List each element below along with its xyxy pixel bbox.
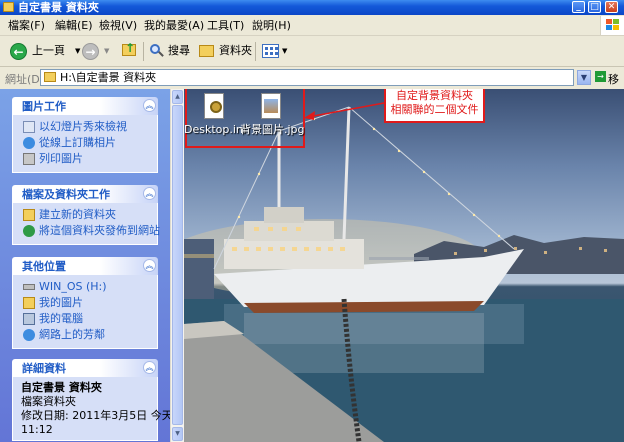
- minimize-button[interactable]: _: [572, 1, 585, 13]
- picture-tasks-header[interactable]: 圖片工作 ︽: [12, 97, 158, 115]
- printer-icon: [23, 153, 35, 165]
- picture-tasks-panel: 圖片工作 ︽ 以幻燈片秀來檢視 從線上訂購相片 列印圖片: [12, 97, 158, 173]
- file-folder-tasks-panel: 檔案及資料夾工作 ︽ 建立新的資料夾 將這個資料夾發佈到網站: [12, 185, 160, 245]
- folders-icon: [199, 45, 214, 57]
- file-item[interactable]: 背景圖片.jpg: [240, 91, 305, 136]
- panel-title: 圖片工作: [22, 100, 66, 113]
- other-places-panel: 其他位置 ︽ WIN_OS (H:) 我的圖片 我的電腦 網路上的芳鄰: [12, 257, 158, 349]
- file-item[interactable]: Desktop.ini: [184, 91, 246, 136]
- details-panel: 詳細資料 ︽ 自定書景 資料夾 檔案資料夾 修改日期: 2011年3月5日 今天…: [12, 359, 177, 441]
- up-folder-button[interactable]: ↑: [120, 40, 140, 62]
- back-label: 上一頁: [32, 44, 65, 57]
- menu-bar: 檔案(F) 編輯(E) 檢視(V) 我的最愛(A) 工具(T) 說明(H): [0, 16, 624, 36]
- collapse-icon[interactable]: ︽: [143, 99, 156, 112]
- back-button[interactable]: ← 上一頁 ▼: [7, 40, 87, 62]
- network-icon: [23, 329, 35, 341]
- search-label: 搜尋: [168, 44, 190, 57]
- windows-logo-icon: [600, 16, 624, 35]
- globe-icon: [23, 225, 35, 237]
- folder-content-view[interactable]: Desktop.ini 背景圖片.jpg 自定背景資料夾 相關聯的二個文件: [184, 89, 624, 442]
- annotation-line-1: 自定背景資料夾: [396, 89, 473, 102]
- print-pictures-link[interactable]: 列印圖片: [13, 151, 157, 167]
- globe-icon: [23, 137, 35, 149]
- menu-favorites[interactable]: 我的最愛(A): [144, 19, 204, 32]
- file-folder-tasks-header[interactable]: 檔案及資料夾工作 ︽: [12, 185, 158, 203]
- address-input[interactable]: H:\自定書景 資料夾: [40, 69, 574, 86]
- my-pictures-link[interactable]: 我的圖片: [13, 295, 157, 311]
- collapse-icon[interactable]: ︽: [143, 259, 156, 272]
- publish-folder-link[interactable]: 將這個資料夾發佈到網站: [13, 223, 160, 239]
- chevron-down-icon: ▼: [75, 47, 81, 55]
- address-bar: 網址(D) H:\自定書景 資料夾 ▼ → 移至: [0, 67, 624, 102]
- settings-file-icon: [200, 91, 230, 121]
- maximize-button[interactable]: □: [588, 1, 601, 13]
- address-dropdown-button[interactable]: ▼: [577, 70, 591, 85]
- window-title: 自定書景 資料夾: [18, 1, 99, 14]
- menu-view[interactable]: 檢視(V): [99, 19, 137, 32]
- folder-icon: [3, 2, 14, 12]
- back-arrow-icon: ←: [10, 43, 27, 60]
- pictures-folder-icon: [23, 297, 35, 309]
- details-header[interactable]: 詳細資料 ︽: [12, 359, 158, 377]
- menu-edit[interactable]: 編輯(E): [55, 19, 93, 32]
- panel-title: 其他位置: [22, 260, 66, 273]
- file-name: 背景圖片.jpg: [240, 123, 305, 136]
- detail-modified: 修改日期: 2011年3月5日 今天,: [21, 409, 177, 422]
- task-pane: 圖片工作 ︽ 以幻燈片秀來檢視 從線上訂購相片 列印圖片 檔案及資料夾工作 ︽ …: [0, 89, 177, 442]
- scroll-up-button[interactable]: ▲: [172, 90, 183, 104]
- annotation-line-2: 相關聯的二個文件: [390, 103, 479, 116]
- other-places-header[interactable]: 其他位置 ︽: [12, 257, 158, 275]
- folder-icon: [44, 72, 56, 82]
- forward-button[interactable]: → ▼: [82, 40, 116, 62]
- computer-icon: [23, 313, 35, 325]
- go-arrow-icon[interactable]: →: [595, 71, 606, 82]
- drive-link[interactable]: WIN_OS (H:): [13, 279, 157, 295]
- detail-name: 自定書景 資料夾: [21, 381, 102, 394]
- network-places-link[interactable]: 網路上的芳鄰: [13, 327, 157, 343]
- explorer-window: 自定書景 資料夾 _ □ ✕ 檔案(F) 編輯(E) 檢視(V) 我的最愛(A)…: [0, 0, 624, 442]
- address-label: 網址(D): [5, 73, 45, 86]
- views-button[interactable]: ▼: [260, 40, 290, 62]
- panel-title: 詳細資料: [22, 362, 66, 375]
- views-icon: [262, 44, 279, 58]
- toolbar-separator: [255, 42, 256, 61]
- image-file-icon: [256, 91, 286, 121]
- toolbar-separator: [143, 42, 144, 61]
- address-path: H:\自定書景 資料夾: [60, 71, 157, 84]
- menu-file[interactable]: 檔案(F): [8, 19, 45, 32]
- collapse-icon[interactable]: ︽: [143, 361, 156, 374]
- scroll-thumb[interactable]: [172, 105, 183, 425]
- menu-help[interactable]: 說明(H): [252, 19, 291, 32]
- forward-arrow-icon: →: [82, 43, 99, 60]
- new-folder-icon: [23, 209, 35, 221]
- folders-label: 資料夾: [219, 44, 252, 57]
- new-folder-link[interactable]: 建立新的資料夾: [13, 207, 157, 223]
- standard-toolbar: ← 上一頁 ▼ → ▼ ↑ 搜尋 資料夾 ▼: [0, 36, 624, 67]
- slideshow-icon: [23, 121, 35, 133]
- chevron-down-icon: ▼: [282, 47, 288, 55]
- detail-time: 11:12: [21, 423, 53, 436]
- menu-tools[interactable]: 工具(T): [207, 19, 244, 32]
- vertical-scrollbar[interactable]: ▲ ▼: [170, 89, 184, 442]
- scroll-down-button[interactable]: ▼: [172, 427, 183, 441]
- collapse-icon[interactable]: ︽: [143, 187, 156, 200]
- file-name: Desktop.ini: [184, 123, 246, 136]
- panel-title: 檔案及資料夾工作: [22, 188, 110, 201]
- close-button[interactable]: ✕: [605, 1, 618, 13]
- folders-button[interactable]: 資料夾: [197, 40, 252, 62]
- chevron-down-icon: ▼: [104, 47, 110, 55]
- my-computer-link[interactable]: 我的電腦: [13, 311, 157, 327]
- drive-icon: [23, 284, 35, 290]
- slideshow-link[interactable]: 以幻燈片秀來檢視: [13, 119, 157, 135]
- order-prints-link[interactable]: 從線上訂購相片: [13, 135, 157, 151]
- title-bar[interactable]: 自定書景 資料夾 _ □ ✕: [0, 0, 624, 15]
- search-button[interactable]: 搜尋: [148, 40, 192, 62]
- annotation-callout: 自定背景資料夾 相關聯的二個文件: [384, 89, 485, 123]
- detail-type: 檔案資料夾: [21, 395, 76, 408]
